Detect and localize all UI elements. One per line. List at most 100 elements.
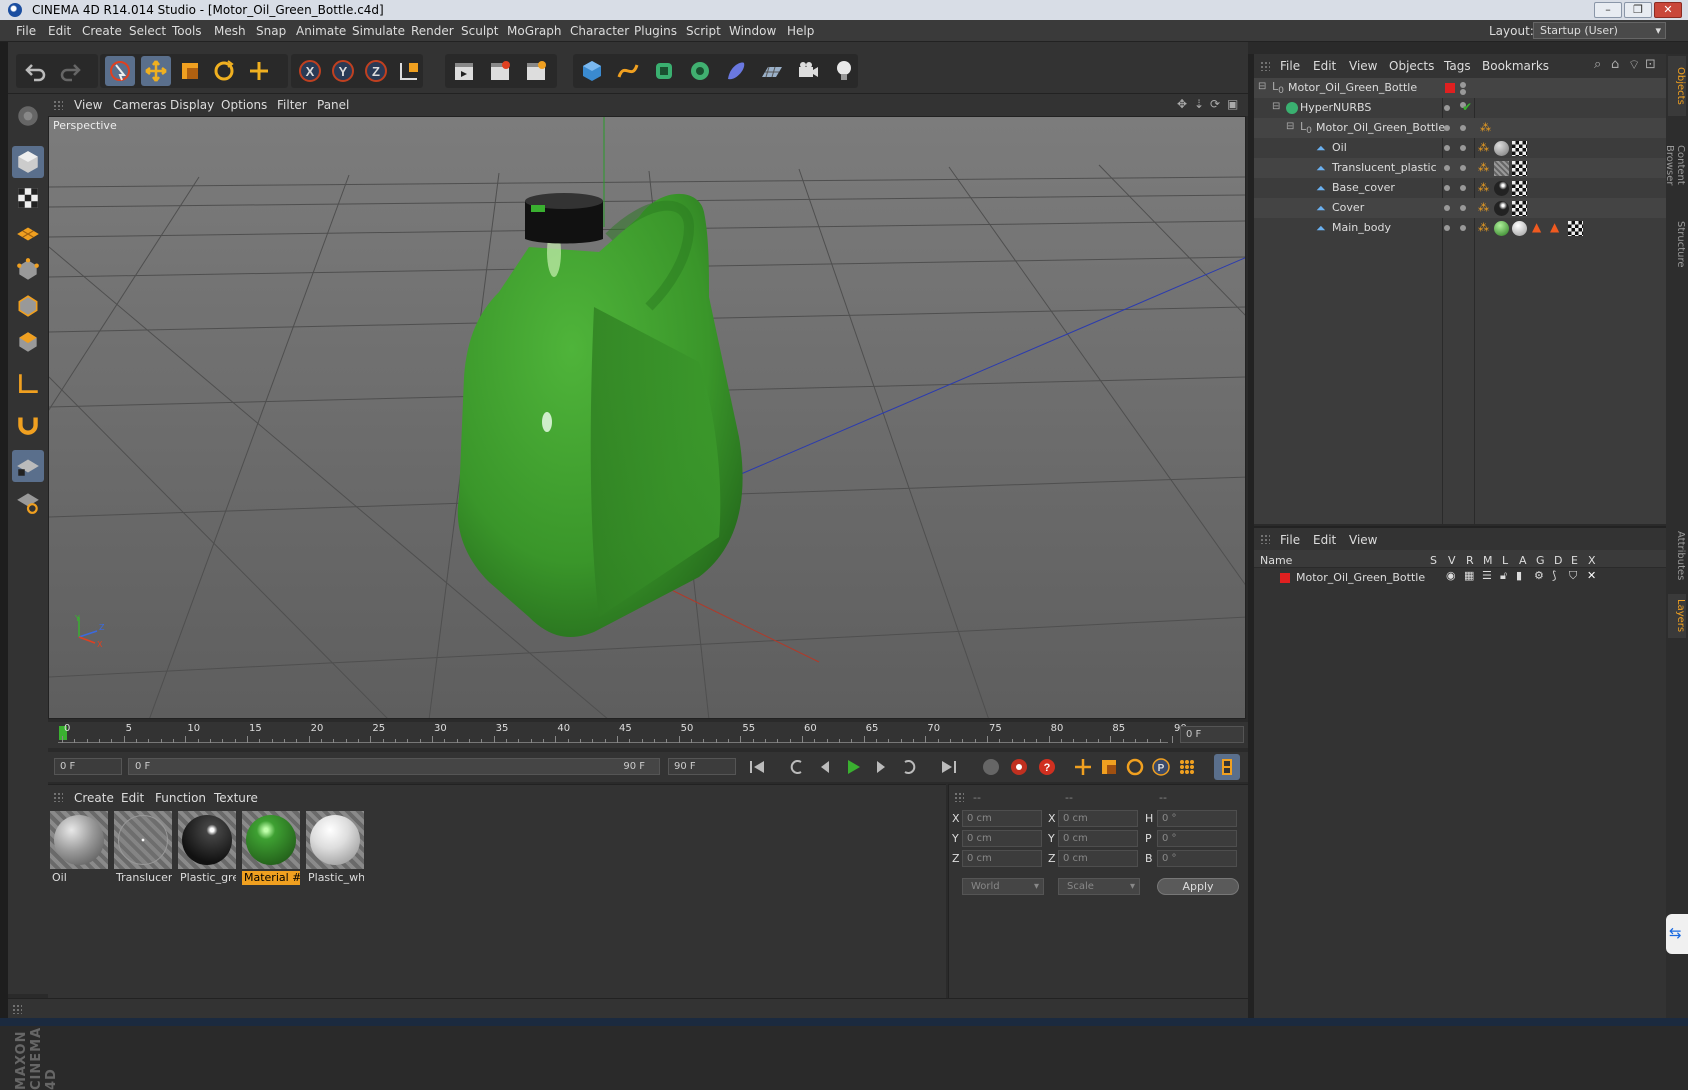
x-axis-button[interactable]: X <box>295 56 325 86</box>
phong-tag-icon[interactable]: ⁂ <box>1478 181 1489 194</box>
menu-character[interactable]: Character <box>570 24 629 38</box>
tree-row[interactable]: ⊟ L0 Motor_Oil_Green_Bottle ⁂ <box>1254 118 1666 138</box>
layer-color-swatch[interactable] <box>1445 83 1455 93</box>
expression-icon[interactable]: ⛉ <box>1569 569 1577 583</box>
uvw-tag-icon[interactable] <box>1512 141 1527 156</box>
xref-icon[interactable]: ✕ <box>1587 569 1596 582</box>
material-tag-icon[interactable] <box>1494 141 1509 156</box>
enabled-check-icon[interactable]: ✔ <box>1462 100 1472 114</box>
key-scale-button[interactable] <box>1096 754 1122 780</box>
tree-row[interactable]: ⊟ HyperNURBS ✔ <box>1254 98 1666 118</box>
collapse-icon[interactable]: ⊟ <box>1286 121 1294 132</box>
viewport-3d[interactable]: Perspective Y Z X <box>48 116 1246 719</box>
material-oil[interactable]: Oil <box>50 811 108 885</box>
material-tag-icon[interactable] <box>1512 221 1527 236</box>
col-name[interactable]: Name <box>1260 554 1292 567</box>
position-x-field[interactable]: 0 cm <box>962 810 1042 827</box>
layout-select[interactable]: Startup (User) <box>1533 22 1666 39</box>
size-x-field[interactable]: 0 cm <box>1058 810 1138 827</box>
material-menu-edit[interactable]: Edit <box>121 791 144 805</box>
eye-icon[interactable]: ◉ <box>1446 569 1456 582</box>
menu-mograph[interactable]: MoGraph <box>507 24 562 38</box>
minimize-button[interactable]: – <box>1594 2 1622 18</box>
manager-icon[interactable]: ☰ <box>1482 569 1492 582</box>
menu-plugins[interactable]: Plugins <box>634 24 677 38</box>
render-picture-viewer-button[interactable] <box>485 56 515 86</box>
prev-key-button[interactable] <box>784 754 810 780</box>
menu-select[interactable]: Select <box>129 24 166 38</box>
teamviewer-widget[interactable]: ⇆ <box>1666 914 1688 954</box>
position-z-field[interactable]: 0 cm <box>962 850 1042 867</box>
grip-handle[interactable] <box>1260 534 1270 544</box>
uvw-tag-icon[interactable] <box>1512 161 1527 176</box>
recent-tool-button[interactable] <box>244 56 274 86</box>
next-frame-button[interactable] <box>868 754 894 780</box>
material-menu-texture[interactable]: Texture <box>214 791 258 805</box>
layer-row[interactable]: Motor_Oil_Green_Bottle ◉ ▦ ☰ 🔓︎ ▮ ⚙ ⟆ ⛉ … <box>1254 569 1666 587</box>
live-selection-button[interactable] <box>105 56 135 86</box>
end-frame-field[interactable]: 90 F <box>668 758 736 775</box>
selection-tag-icon[interactable]: ▲ <box>1550 220 1559 234</box>
viewport-rotate-icon[interactable]: ⟳ <box>1210 97 1220 111</box>
col-locked[interactable]: L <box>1502 554 1508 567</box>
scale-tool-button[interactable] <box>175 56 205 86</box>
grip-handle[interactable] <box>954 792 964 802</box>
layer-menu-file[interactable]: File <box>1280 533 1300 547</box>
locked-workplane-button[interactable] <box>12 450 44 482</box>
viewport-menu-filter[interactable]: Filter <box>277 98 307 112</box>
next-key-button[interactable] <box>896 754 922 780</box>
texture-mode-button[interactable] <box>12 182 44 214</box>
tab-attributes[interactable]: Attributes <box>1668 524 1686 588</box>
material-tag-icon[interactable] <box>1494 161 1509 176</box>
tree-row[interactable]: ⏶ Base_cover ⁂ <box>1254 178 1666 198</box>
visibility-dot[interactable] <box>1444 105 1450 111</box>
render-dot[interactable] <box>1460 205 1466 211</box>
phong-tag-icon[interactable]: ⁂ <box>1480 121 1491 134</box>
col-animation[interactable]: A <box>1519 554 1527 567</box>
auto-keying-button[interactable] <box>1006 754 1032 780</box>
rotation-p-field[interactable]: 0 ° <box>1157 830 1237 847</box>
visibility-dot[interactable] <box>1444 205 1450 211</box>
col-expressions[interactable]: E <box>1571 554 1578 567</box>
viewport-menu-cameras[interactable]: Cameras <box>113 98 166 112</box>
grip-handle[interactable] <box>1260 61 1270 71</box>
material-tag-icon[interactable] <box>1494 201 1509 216</box>
obj-menu-bookmarks[interactable]: Bookmarks <box>1482 59 1549 73</box>
tree-row[interactable]: ⊟ L0 Motor_Oil_Green_Bottle <box>1254 78 1666 98</box>
material-menu-function[interactable]: Function <box>155 791 206 805</box>
timeline-window-button[interactable] <box>1214 754 1240 780</box>
menu-snap[interactable]: Snap <box>256 24 286 38</box>
visibility-dot[interactable] <box>1444 185 1450 191</box>
tab-content-browser[interactable]: Content Browser <box>1664 120 1686 210</box>
menu-sculpt[interactable]: Sculpt <box>461 24 498 38</box>
material-menu-create[interactable]: Create <box>74 791 114 805</box>
current-frame-field[interactable]: 0 F <box>1180 726 1244 743</box>
key-pla-button[interactable] <box>1174 754 1200 780</box>
camera-button[interactable] <box>793 56 823 86</box>
material-tag-icon[interactable] <box>1494 221 1509 236</box>
spline-button[interactable] <box>613 56 643 86</box>
viewport-maximize-icon[interactable]: ▣ <box>1227 97 1238 111</box>
render-icon[interactable]: ▦ <box>1464 569 1474 582</box>
minimize-panel-icon[interactable]: ⌔ <box>1628 57 1640 73</box>
undo-button[interactable] <box>21 56 51 86</box>
visibility-dot[interactable] <box>1460 82 1466 88</box>
grip-handle[interactable] <box>53 792 63 802</box>
play-button[interactable] <box>840 754 866 780</box>
search-icon[interactable]: ⌕ <box>1594 57 1601 72</box>
phong-tag-icon[interactable]: ⁂ <box>1478 141 1489 154</box>
axis-mode-button[interactable] <box>12 368 44 400</box>
menu-file[interactable]: File <box>16 24 36 38</box>
visibility-dot[interactable] <box>1444 165 1450 171</box>
phong-tag-icon[interactable]: ⁂ <box>1478 161 1489 174</box>
coordinate-system-button[interactable] <box>394 56 424 86</box>
key-rotation-button[interactable] <box>1122 754 1148 780</box>
render-dot[interactable] <box>1460 125 1466 131</box>
material-plastic-white[interactable]: Plastic_whi <box>306 811 364 885</box>
go-to-start-button[interactable] <box>744 754 770 780</box>
size-y-field[interactable]: 0 cm <box>1058 830 1138 847</box>
menu-window[interactable]: Window <box>729 24 776 38</box>
model-mode-button[interactable] <box>12 146 44 178</box>
material-tag-icon[interactable] <box>1494 181 1509 196</box>
frame-range-slider[interactable]: 0 F 90 F <box>128 758 660 775</box>
